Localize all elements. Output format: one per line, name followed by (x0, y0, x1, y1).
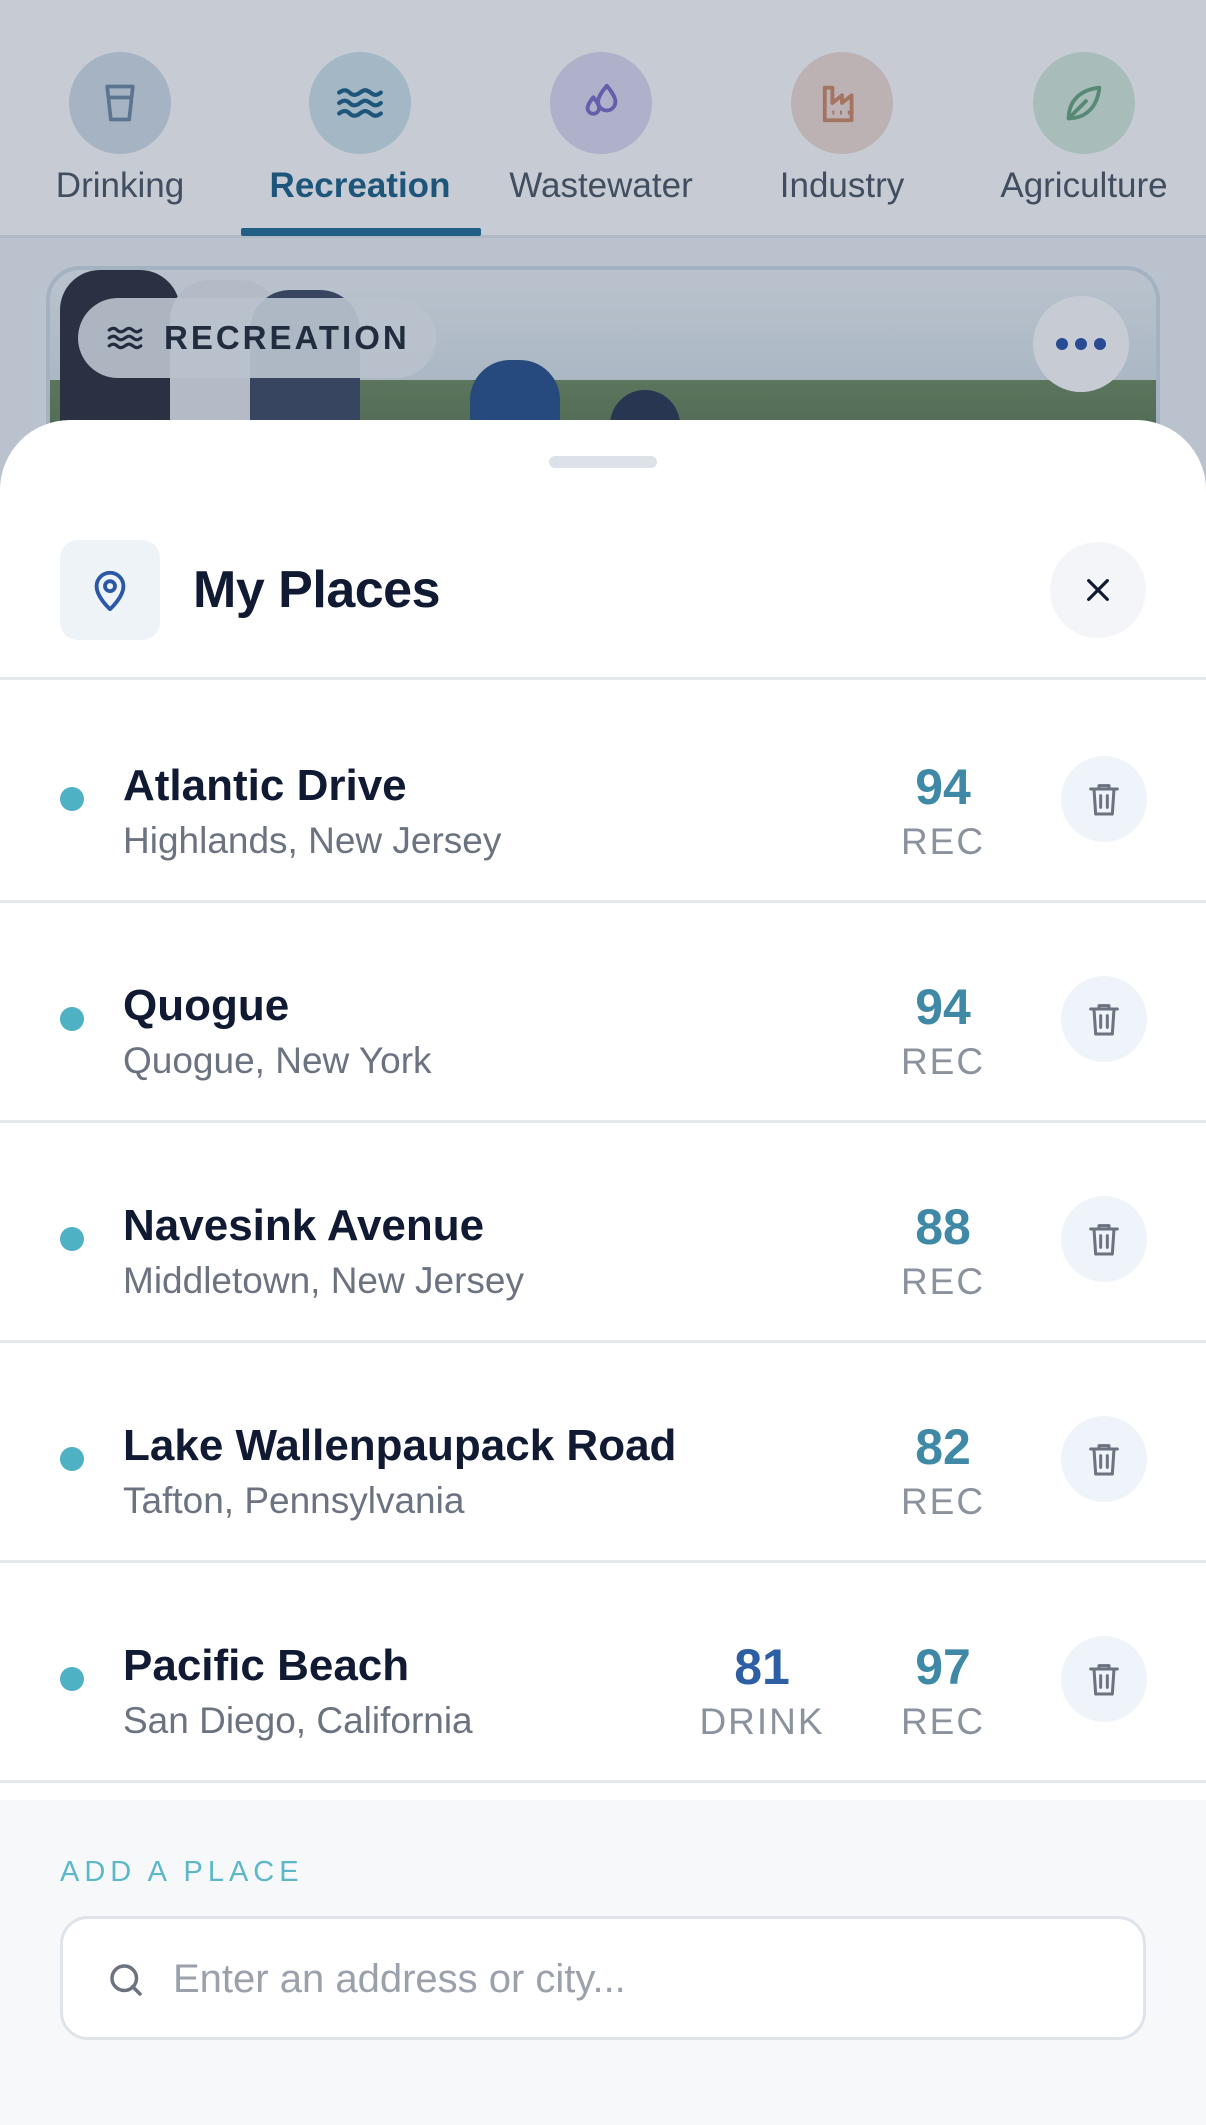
search-box[interactable] (60, 1916, 1146, 2040)
close-icon (1087, 579, 1109, 601)
delete-place-button[interactable] (1061, 756, 1147, 842)
delete-place-button[interactable] (1061, 1196, 1147, 1282)
places-list: Atlantic Drive Highlands, New Jersey 94 … (0, 683, 1206, 1783)
status-dot (60, 1447, 84, 1471)
score-value: 82 (915, 1419, 971, 1475)
trash-icon (1089, 784, 1119, 816)
place-location: San Diego, California (123, 1700, 473, 1741)
delete-place-button[interactable] (1061, 1636, 1147, 1722)
score-label: REC (900, 1481, 986, 1522)
score-label: REC (900, 1041, 986, 1082)
sheet-title: My Places (193, 561, 441, 619)
place-row[interactable]: Lake Wallenpaupack Road Tafton, Pennsylv… (0, 1343, 1206, 1563)
score-label: DRINK (699, 1701, 825, 1742)
trash-icon (1089, 1664, 1119, 1696)
close-button[interactable] (1050, 542, 1146, 638)
rec-score: 82 REC (873, 1419, 1013, 1525)
rec-score: 94 REC (873, 979, 1013, 1085)
rec-score: 94 REC (873, 759, 1013, 865)
place-row[interactable]: Quogue Quogue, New York 94 REC (0, 903, 1206, 1123)
trash-icon (1089, 1224, 1119, 1256)
rec-score: 88 REC (873, 1199, 1013, 1305)
score-value: 94 (915, 979, 971, 1035)
score-value: 81 (734, 1639, 790, 1695)
rec-score: 97 REC (873, 1639, 1013, 1745)
score-value: 94 (915, 759, 971, 815)
score-value: 88 (915, 1199, 971, 1255)
sheet-header: My Places (0, 420, 1206, 680)
place-location: Quogue, New York (123, 1040, 432, 1081)
place-row[interactable]: Atlantic Drive Highlands, New Jersey 94 … (0, 683, 1206, 903)
status-dot (60, 1007, 84, 1031)
title-icon-box (60, 540, 160, 640)
place-name: Atlantic Drive (123, 761, 407, 810)
address-search-input[interactable] (173, 1941, 1113, 2017)
place-location: Middletown, New Jersey (123, 1260, 524, 1301)
add-place-section: ADD A PLACE (0, 1800, 1206, 2125)
delete-place-button[interactable] (1061, 1416, 1147, 1502)
map-pin-icon (94, 570, 126, 612)
search-icon (110, 1964, 142, 1996)
place-row[interactable]: Pacific Beach San Diego, California 81 D… (0, 1563, 1206, 1783)
delete-place-button[interactable] (1061, 976, 1147, 1062)
place-location: Highlands, New Jersey (123, 820, 502, 861)
score-label: REC (900, 1701, 986, 1742)
add-place-label: ADD A PLACE (60, 1856, 304, 1888)
score-value: 97 (915, 1639, 971, 1695)
score-label: REC (900, 1261, 986, 1302)
place-name: Lake Wallenpaupack Road (123, 1421, 677, 1470)
status-dot (60, 787, 84, 811)
place-name: Pacific Beach (123, 1641, 410, 1690)
drink-score: 81 DRINK (692, 1639, 832, 1745)
trash-icon (1089, 1444, 1119, 1476)
place-name: Quogue (123, 981, 290, 1030)
place-name: Navesink Avenue (123, 1201, 485, 1250)
score-label: REC (900, 821, 986, 862)
status-dot (60, 1667, 84, 1691)
place-row[interactable]: Navesink Avenue Middletown, New Jersey 8… (0, 1123, 1206, 1343)
place-location: Tafton, Pennsylvania (123, 1480, 465, 1521)
trash-icon (1089, 1004, 1119, 1036)
status-dot (60, 1227, 84, 1251)
my-places-sheet: My Places Atlantic Drive Highlands, New … (0, 420, 1206, 2125)
